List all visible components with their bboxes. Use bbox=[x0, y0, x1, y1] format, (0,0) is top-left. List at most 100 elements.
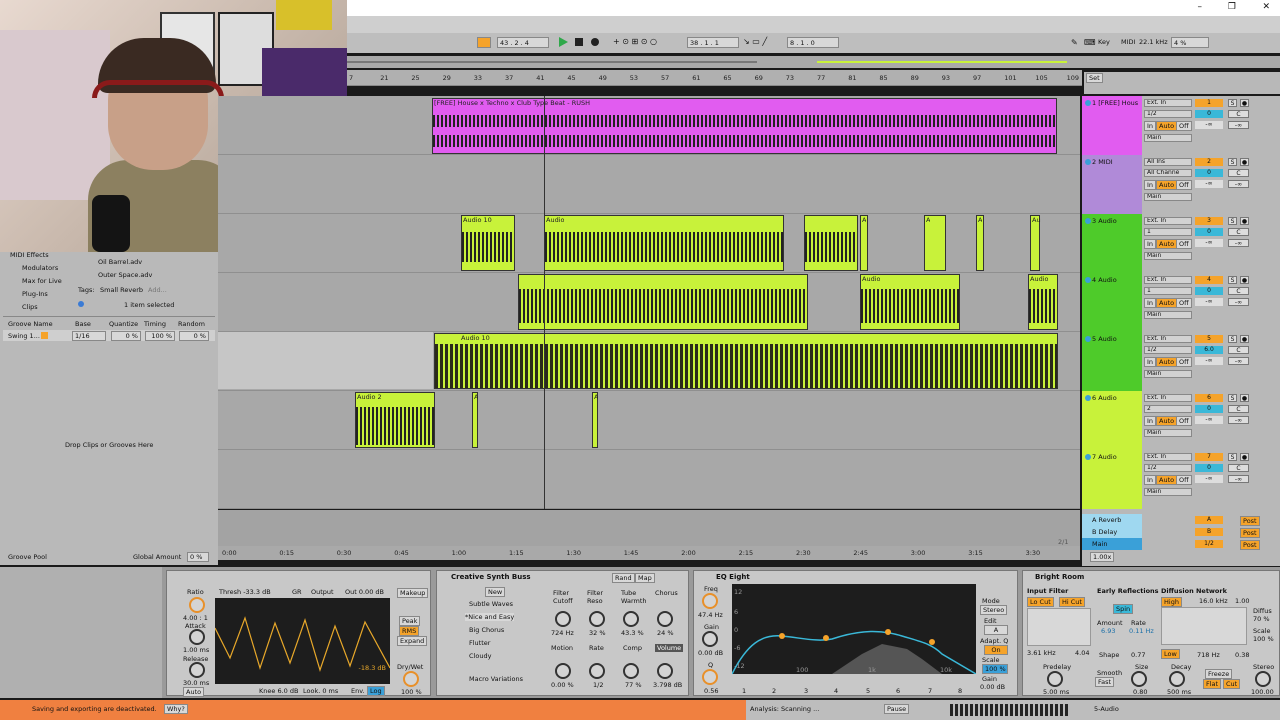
minimize-icon[interactable]: – bbox=[1198, 2, 1203, 12]
why-button[interactable]: Why? bbox=[164, 704, 188, 714]
send-b[interactable]: -∞ bbox=[1228, 357, 1249, 365]
clip-audio2[interactable]: Audio 2 bbox=[355, 392, 435, 448]
monitor-off[interactable]: Off bbox=[1176, 239, 1192, 249]
monitor-auto[interactable]: Auto bbox=[1156, 239, 1178, 249]
reverb-predelay-knob[interactable] bbox=[1047, 671, 1063, 687]
input-channel-select[interactable]: 1/2 bbox=[1144, 110, 1192, 118]
reverb-size-knob[interactable] bbox=[1131, 671, 1147, 687]
monitor-off[interactable]: Off bbox=[1176, 121, 1192, 131]
macro-knob[interactable] bbox=[555, 663, 571, 679]
reverb-diffusion-display[interactable] bbox=[1161, 607, 1247, 645]
reverb-rate[interactable]: 0.11 Hz bbox=[1129, 627, 1154, 635]
track-pan[interactable]: C bbox=[1228, 110, 1249, 118]
monitor-in[interactable]: In bbox=[1144, 475, 1157, 485]
input-type-select[interactable]: Ext. In bbox=[1144, 276, 1192, 284]
send-b[interactable]: -∞ bbox=[1228, 475, 1249, 483]
eq-band-button[interactable]: 6 bbox=[896, 687, 900, 695]
track-fold-icon[interactable] bbox=[1085, 454, 1091, 460]
monitor-off[interactable]: Off bbox=[1176, 416, 1192, 426]
monitor-in[interactable]: In bbox=[1144, 357, 1157, 367]
macro-knob[interactable] bbox=[657, 663, 673, 679]
clip-a[interactable]: A bbox=[860, 215, 868, 271]
solo-button[interactable]: S bbox=[1228, 394, 1237, 402]
solo-button[interactable]: S bbox=[1228, 453, 1237, 461]
solo-button[interactable]: S bbox=[1228, 158, 1237, 166]
input-channel-select[interactable]: 1/2 bbox=[1144, 464, 1192, 472]
monitor-in[interactable]: In bbox=[1144, 239, 1157, 249]
track-fold-icon[interactable] bbox=[1085, 395, 1091, 401]
arm-button[interactable]: ● bbox=[1240, 453, 1249, 461]
arm-button[interactable]: ● bbox=[1240, 394, 1249, 402]
eq-gain-knob[interactable] bbox=[702, 631, 718, 647]
clip-audio-block[interactable]: Audio bbox=[544, 215, 784, 271]
clip-main-beat[interactable]: [FREE] House x Techno x Club Type Beat -… bbox=[432, 98, 1057, 154]
eq-band-button[interactable]: 2 bbox=[772, 687, 776, 695]
send-b[interactable]: -∞ bbox=[1228, 239, 1249, 247]
input-channel-select[interactable]: 1 bbox=[1144, 228, 1192, 236]
rack-preset[interactable]: Flutter bbox=[469, 639, 490, 647]
key-map-button[interactable]: Key bbox=[1098, 38, 1110, 46]
arm-button[interactable]: ● bbox=[1240, 158, 1249, 166]
song-position[interactable]: 38 . 1 . 1 bbox=[687, 37, 739, 48]
midi-map-button[interactable]: MIDI bbox=[1121, 38, 1135, 46]
zoom-value[interactable]: 1.00x bbox=[1090, 552, 1115, 562]
track-fold-icon[interactable] bbox=[1085, 159, 1091, 165]
monitor-in[interactable]: In bbox=[1144, 416, 1157, 426]
track-activator[interactable]: 3 bbox=[1195, 217, 1223, 225]
macro-knob[interactable] bbox=[555, 611, 571, 627]
eq-freq-knob[interactable] bbox=[702, 593, 718, 609]
input-channel-select[interactable]: All Channe bbox=[1144, 169, 1192, 177]
send-a[interactable]: -∞ bbox=[1195, 180, 1223, 188]
rack-rand-button[interactable]: Rand bbox=[612, 573, 635, 583]
reverb-low-button[interactable]: Low bbox=[1161, 649, 1180, 659]
comp-ratio-knob[interactable] bbox=[189, 597, 205, 613]
arrangement-view[interactable]: [FREE] House x Techno x Club Type Beat -… bbox=[218, 96, 1080, 509]
comp-log-button[interactable]: Log bbox=[367, 686, 385, 696]
monitor-auto[interactable]: Auto bbox=[1156, 180, 1178, 190]
groove-timing[interactable]: 100 % bbox=[145, 331, 175, 341]
arrangement-position[interactable]: 43 . 2 . 4 bbox=[497, 37, 549, 48]
send-b[interactable]: -∞ bbox=[1228, 298, 1249, 306]
track-pan[interactable]: C bbox=[1228, 464, 1249, 472]
clip-track4-block[interactable]: Audio bbox=[1028, 274, 1058, 330]
input-type-select[interactable]: Ext. In bbox=[1144, 394, 1192, 402]
monitor-off[interactable]: Off bbox=[1176, 475, 1192, 485]
eq-band-button[interactable]: 1 bbox=[742, 687, 746, 695]
monitor-off[interactable]: Off bbox=[1176, 298, 1192, 308]
loop-length[interactable]: 8 . 1 . 0 bbox=[787, 37, 839, 48]
return-post-button[interactable]: Post bbox=[1240, 528, 1260, 538]
clip-a[interactable]: A bbox=[592, 392, 598, 448]
draw-icon[interactable]: ✎ bbox=[1071, 38, 1078, 47]
beat-ruler[interactable]: 7 21 25 29 33 37 41 45 49 53 57 61 65 69 73 77 81 85 89 93 9… bbox=[347, 70, 1082, 86]
macro-knob[interactable] bbox=[657, 611, 673, 627]
eq-mode-select[interactable]: Stereo bbox=[980, 605, 1008, 615]
file-oil-barrel[interactable]: Oil Barrel.adv bbox=[98, 258, 142, 266]
output-select[interactable]: Main bbox=[1144, 311, 1192, 319]
monitor-in[interactable]: In bbox=[1144, 180, 1157, 190]
input-channel-select[interactable]: 1/2 bbox=[1144, 346, 1192, 354]
send-a[interactable]: -∞ bbox=[1195, 121, 1223, 129]
arm-button[interactable]: ● bbox=[1240, 276, 1249, 284]
monitor-in[interactable]: In bbox=[1144, 298, 1157, 308]
place-modulators[interactable]: Modulators bbox=[22, 264, 58, 272]
reverb-smooth-select[interactable]: Fast bbox=[1095, 677, 1115, 687]
return-title[interactable]: A Reverb bbox=[1082, 514, 1142, 526]
output-select[interactable]: Main bbox=[1144, 370, 1192, 378]
track-volume[interactable]: 0 bbox=[1195, 169, 1223, 177]
track-title[interactable]: 1 [FREE] Hous bbox=[1082, 96, 1142, 155]
eq-adapt-button[interactable]: On bbox=[984, 645, 1008, 655]
eq-edit-button[interactable]: A bbox=[984, 625, 1008, 635]
groove-row[interactable]: Swing 1... 1/16 0 % 100 % 0 % bbox=[3, 330, 215, 341]
overdub-icon[interactable]: + ⊙ ⊞ ⊙ ○ bbox=[613, 37, 657, 46]
track-fold-icon[interactable] bbox=[1085, 336, 1091, 342]
clip-track4-block[interactable] bbox=[518, 274, 808, 330]
groove-quantize[interactable]: 0 % bbox=[111, 331, 141, 341]
send-a[interactable]: -∞ bbox=[1195, 298, 1223, 306]
monitor-off[interactable]: Off bbox=[1176, 180, 1192, 190]
macro-knob[interactable] bbox=[589, 663, 605, 679]
track-fold-icon[interactable] bbox=[1085, 277, 1091, 283]
place-max-for-live[interactable]: Max for Live bbox=[22, 277, 62, 285]
reverb-cut-button[interactable]: Cut bbox=[1223, 679, 1241, 689]
clip-au[interactable]: Au bbox=[1030, 215, 1041, 271]
restore-icon[interactable]: ❐ bbox=[1228, 2, 1236, 12]
